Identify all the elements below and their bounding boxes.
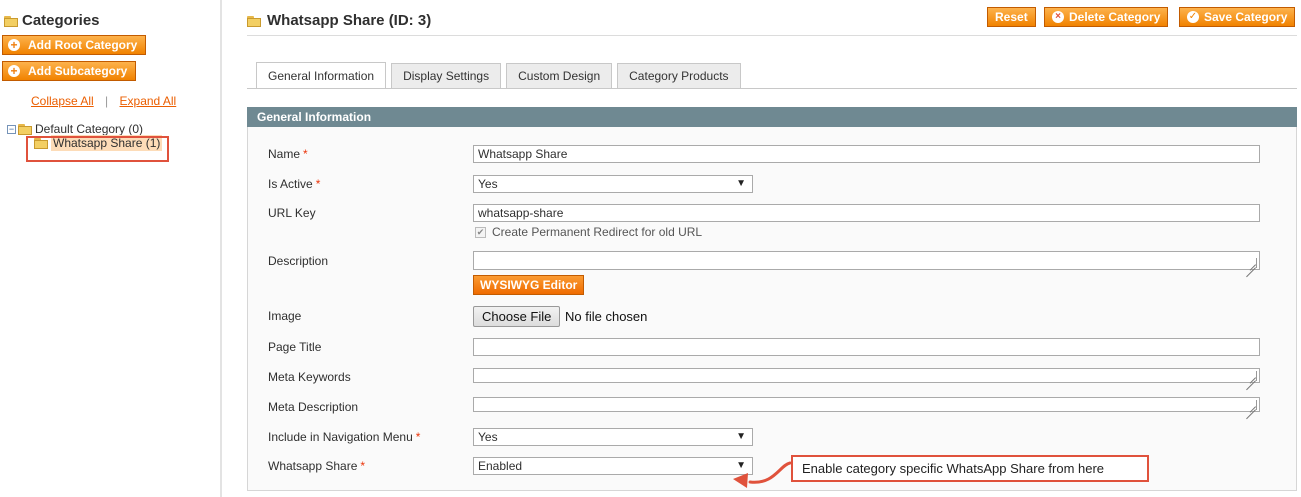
page-header: Whatsapp Share (ID: 3) — [247, 12, 431, 29]
save-category-button[interactable]: ✓ Save Category — [1179, 7, 1296, 27]
required-mark: * — [360, 459, 366, 473]
tab-display-settings[interactable]: Display Settings — [391, 63, 502, 88]
tree-toggle-links: Collapse All | Expand All — [31, 94, 176, 108]
delete-category-button[interactable]: × Delete Category — [1044, 7, 1169, 27]
name-input[interactable]: Whatsapp Share — [473, 145, 1260, 163]
url-key-input[interactable]: whatsapp-share — [473, 204, 1260, 222]
tree-node-default-category[interactable]: − Default Category (0) — [7, 122, 143, 136]
name-label: Name * — [268, 147, 308, 161]
category-sidebar: Categories + Add Root Category + Add Sub… — [0, 0, 220, 497]
tab-general-information[interactable]: General Information — [256, 62, 387, 88]
resize-grip-icon[interactable] — [1247, 371, 1257, 381]
delete-icon: × — [1052, 11, 1064, 23]
meta-description-label: Meta Description — [268, 400, 359, 414]
is-active-select[interactable]: Yes ▼ — [473, 175, 753, 193]
folder-icon — [247, 15, 261, 27]
add-subcategory-button[interactable]: + Add Subcategory — [2, 61, 136, 81]
url-key-label: URL Key — [268, 206, 316, 220]
required-mark: * — [415, 430, 421, 444]
tab-custom-design[interactable]: Custom Design — [506, 63, 613, 88]
page-title: Whatsapp Share (ID: 3) — [267, 12, 432, 29]
folder-icon — [4, 15, 18, 27]
reset-button[interactable]: Reset — [987, 7, 1036, 27]
page-title-input[interactable] — [473, 338, 1260, 356]
checkmark-icon: ✓ — [1187, 11, 1199, 23]
permanent-redirect-checkbox-row[interactable]: ✔ Create Permanent Redirect for old URL — [475, 225, 702, 239]
save-category-label: Save Category — [1204, 10, 1288, 24]
include-nav-label: Include in Navigation Menu * — [268, 430, 421, 444]
wysiwyg-editor-button[interactable]: WYSIWYG Editor — [473, 275, 585, 295]
selected-node-highlight — [26, 136, 169, 162]
permanent-redirect-label: Create Permanent Redirect for old URL — [492, 225, 703, 239]
include-nav-value: Yes — [478, 430, 498, 444]
plus-icon: + — [8, 39, 20, 51]
categories-title: Categories — [22, 12, 100, 29]
tab-bar-baseline — [247, 88, 1297, 89]
resize-grip-icon[interactable] — [1247, 400, 1257, 410]
include-nav-select[interactable]: Yes ▼ — [473, 428, 753, 446]
whatsapp-share-value: Enabled — [478, 459, 523, 473]
delete-category-label: Delete Category — [1069, 10, 1161, 24]
callout-arrow-icon — [733, 461, 792, 488]
whatsapp-share-select[interactable]: Enabled ▼ — [473, 457, 753, 475]
tab-bar: General Information Display Settings Cus… — [256, 62, 746, 88]
tree-node-label[interactable]: Default Category (0) — [35, 122, 143, 136]
file-status-text: No file chosen — [565, 309, 648, 324]
required-mark: * — [315, 177, 321, 191]
annotation-callout: Enable category specific WhatsApp Share … — [791, 455, 1149, 482]
plus-icon: + — [8, 65, 20, 77]
collapse-all-link[interactable]: Collapse All — [31, 94, 94, 108]
meta-keywords-textarea[interactable] — [473, 368, 1260, 383]
sidebar-divider — [220, 0, 222, 497]
add-root-category-button[interactable]: + Add Root Category — [2, 35, 146, 55]
expand-all-link[interactable]: Expand All — [120, 94, 177, 108]
choose-file-button[interactable]: Choose File — [473, 306, 561, 327]
description-textarea[interactable] — [473, 251, 1260, 270]
required-mark: * — [303, 147, 308, 161]
description-label: Description — [268, 254, 329, 268]
page-title-label: Page Title — [268, 340, 322, 354]
dropdown-arrow-icon: ▼ — [736, 178, 746, 189]
image-label: Image — [268, 309, 302, 323]
is-active-value: Yes — [478, 177, 498, 191]
checkbox-checked-icon[interactable]: ✔ — [475, 226, 486, 238]
folder-icon — [18, 123, 32, 135]
dropdown-arrow-icon: ▼ — [736, 431, 746, 442]
reset-label: Reset — [995, 10, 1028, 24]
main-content: Whatsapp Share (ID: 3) Reset × Delete Ca… — [247, 0, 1297, 497]
whatsapp-share-label: Whatsapp Share * — [268, 459, 366, 473]
meta-keywords-label: Meta Keywords — [268, 370, 351, 384]
tab-category-products[interactable]: Category Products — [617, 63, 741, 88]
add-subcategory-label: Add Subcategory — [28, 64, 128, 78]
resize-grip-icon[interactable] — [1247, 258, 1257, 268]
header-divider — [247, 35, 1297, 36]
collapse-toggle-icon[interactable]: − — [7, 124, 16, 134]
meta-description-textarea[interactable] — [473, 397, 1260, 412]
link-separator: | — [105, 94, 109, 108]
categories-header: Categories — [4, 12, 100, 29]
is-active-label: Is Active * — [268, 177, 321, 191]
category-tree: − Default Category (0) Whatsapp Share (1… — [7, 122, 163, 151]
section-header: General Information — [247, 107, 1297, 127]
add-root-category-label: Add Root Category — [28, 38, 138, 52]
